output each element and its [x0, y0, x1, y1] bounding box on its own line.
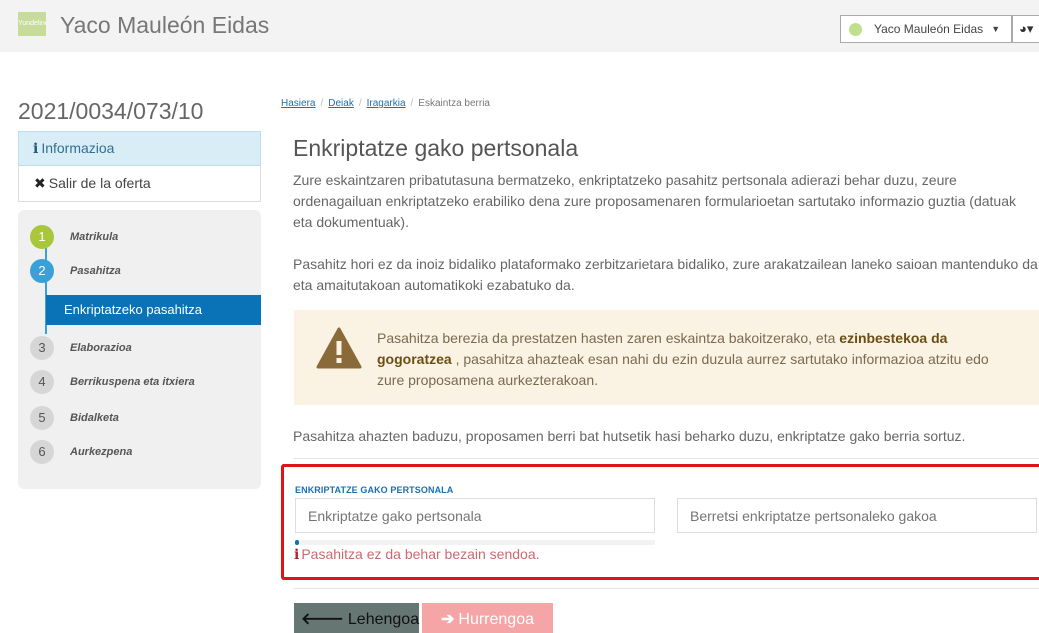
user-menu-label: Yaco Mauleón Eidas: [874, 22, 984, 36]
warning-text-part: , pasahitza ahazteak esan nahi du ezin d…: [377, 351, 989, 388]
warning-alert: Pasahitza berezia da prestatzen hasten z…: [294, 310, 1039, 405]
step-number: 6: [30, 440, 54, 464]
confirm-password-input[interactable]: [677, 498, 1037, 533]
password-input[interactable]: [295, 498, 655, 533]
info-icon: i: [294, 547, 300, 563]
breadcrumb: Hasiera / Deiak / Iragarkia / Eskaintza berria: [281, 98, 490, 109]
breadcrumb-link-hasiera[interactable]: Hasiera: [281, 98, 315, 109]
breadcrumb-link-iragarkia[interactable]: Iragarkia: [367, 98, 406, 109]
step-matrikula[interactable]: 1 Matrikula: [30, 225, 118, 249]
warning-text-part: Pasahitza berezia da prestatzen hasten z…: [377, 330, 840, 346]
step-label: Elaborazioa: [70, 342, 132, 354]
breadcrumb-separator: /: [410, 98, 414, 109]
forgot-paragraph: Pasahitza ahazten baduzu, proposamen ber…: [293, 428, 966, 444]
page-title: Enkriptatze gako pertsonala: [293, 135, 579, 161]
password-field-label: ENKRIPTATZE GAKO PERTSONALA: [295, 485, 454, 495]
top-bar: Yundeline Yaco Mauleón Eidas Yaco Mauleó…: [0, 0, 1039, 52]
record-id: 2021/0034/073/10: [18, 98, 204, 124]
password-error: i Pasahitza ez da behar bezain sendoa.: [294, 546, 540, 563]
warning-icon: [316, 327, 362, 369]
password-error-text: Pasahitza ez da behar bezain sendoa.: [301, 546, 540, 562]
language-dropdown[interactable]: ◕▾: [1012, 15, 1039, 43]
wizard-steps: 1 Matrikula 2 Pasahitza Enkriptatzeko pa…: [18, 210, 261, 489]
breadcrumb-separator: /: [358, 98, 362, 109]
previous-button[interactable]: 🡐 Lehengoa: [294, 603, 419, 633]
step-number: 1: [30, 225, 54, 249]
storage-paragraph: Pasahitz hori ez da inoiz bidaliko plata…: [293, 256, 1038, 293]
step-aurkezpena[interactable]: 6 Aurkezpena: [30, 440, 132, 464]
exit-label: Salir de la oferta: [48, 175, 151, 191]
step-berrikuspena[interactable]: 4 Berrikuspena eta itxiera: [30, 370, 195, 394]
step-pasahitza[interactable]: 2 Pasahitza: [30, 259, 121, 283]
close-icon: ✖: [34, 175, 46, 191]
step-label: Pasahitza: [70, 265, 121, 277]
arrow-right-icon: ➔: [440, 611, 455, 628]
step-elaborazioa[interactable]: 3 Elaborazioa: [30, 336, 132, 360]
step-number: 2: [30, 259, 54, 283]
user-status-icon: [849, 22, 862, 36]
step-bidalketa[interactable]: 5 Bidalketa: [30, 406, 119, 430]
step-label: Bidalketa: [70, 412, 119, 424]
globe-icon: ◕▾: [1019, 21, 1034, 36]
step-label: Matrikula: [70, 231, 119, 243]
user-menu-dropdown[interactable]: Yaco Mauleón Eidas ▼: [840, 15, 1012, 43]
previous-button-label: Lehengoa: [347, 611, 420, 628]
divider: [293, 588, 1039, 589]
step-number: 5: [30, 406, 54, 430]
step-label: Aurkezpena: [70, 446, 133, 458]
info-icon: i: [33, 141, 39, 157]
app-title: Yaco Mauleón Eidas: [60, 12, 270, 38]
step-label: Berrikuspena eta itxiera: [70, 376, 195, 388]
next-button[interactable]: ➔ Hurrengoa: [422, 603, 553, 633]
breadcrumb-link-deiak[interactable]: Deiak: [328, 98, 354, 109]
step-number: 3: [30, 336, 54, 360]
breadcrumb-current: Eskaintza berria: [418, 98, 490, 109]
info-label: Informazioa: [41, 140, 115, 156]
password-strength-fill: [295, 540, 299, 545]
next-button-label: Hurrengoa: [458, 611, 534, 628]
chevron-down-icon: ▼: [991, 24, 1001, 34]
info-menu-item[interactable]: i Informazioa: [18, 131, 261, 166]
divider: [293, 458, 1039, 459]
intro-paragraph: Zure eskaintzaren pribatutasuna bermatze…: [293, 172, 1016, 230]
substep-encryption-password[interactable]: Enkriptatzeko pasahitza: [46, 295, 261, 325]
exit-offer-menu-item[interactable]: ✖ Salir de la oferta: [18, 166, 261, 202]
app-logo: Yundeline: [18, 12, 46, 36]
step-number: 4: [30, 370, 54, 394]
breadcrumb-separator: /: [320, 98, 324, 109]
arrow-left-icon: 🡐: [301, 611, 344, 628]
password-strength-bar: [295, 540, 655, 545]
warning-text: Pasahitza berezia da prestatzen hasten z…: [377, 328, 1017, 391]
